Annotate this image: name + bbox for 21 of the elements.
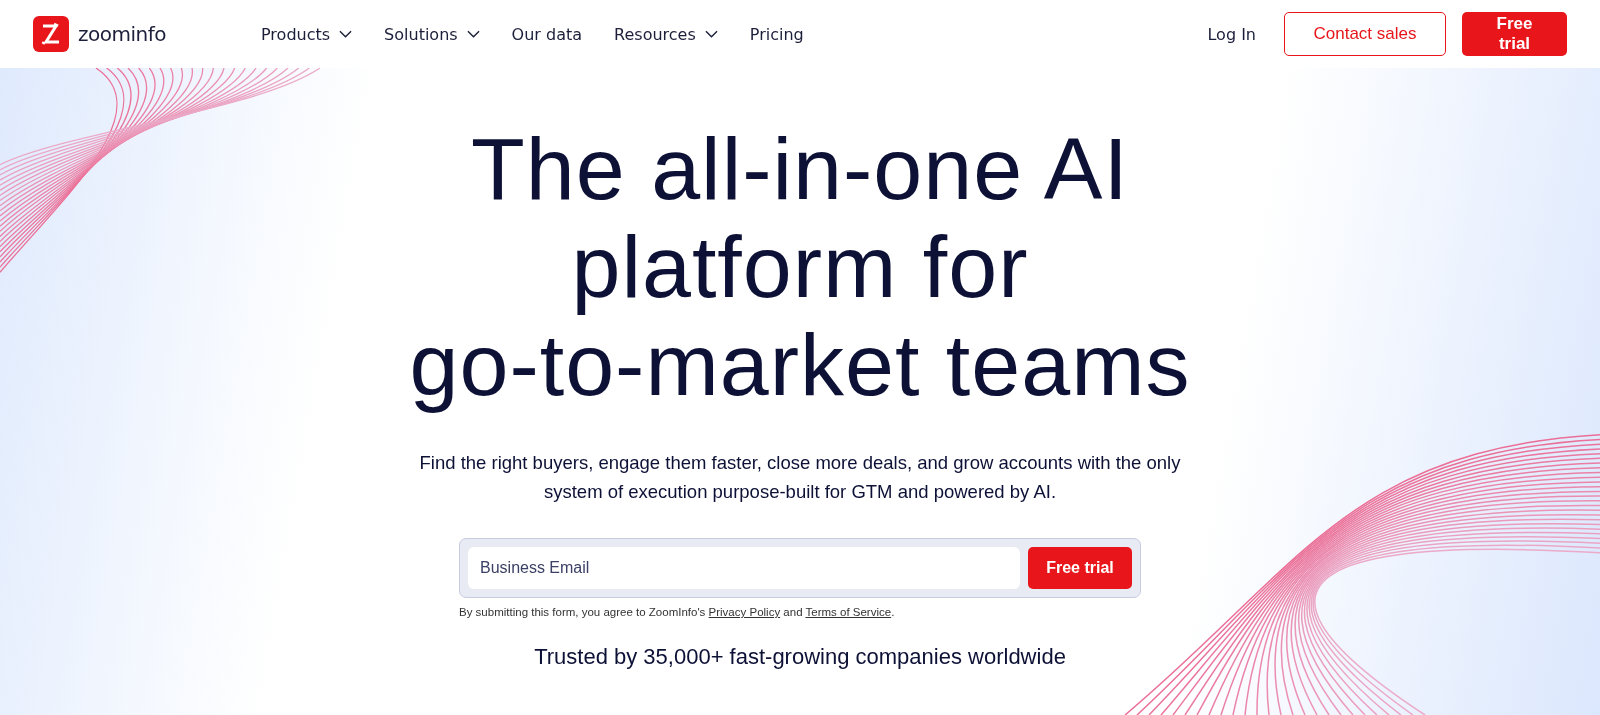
nav-link[interactable]: Our data xyxy=(511,24,583,44)
free-trial-button[interactable]: Free trial xyxy=(1028,547,1132,589)
consent-text: By submitting this form, you agree to ZoomInfo's Privacy Policy and Terms of Service. xyxy=(459,606,896,618)
policy-link[interactable]: Terms of Service xyxy=(805,606,892,618)
logo-wordmark[interactable]: zoominfo xyxy=(78,22,166,46)
login-link[interactable]: Log In xyxy=(1207,24,1256,44)
hero-subtitle: Find the right buyers, engage them faster, close more deals, and grow accounts with the only system of execution purpose-built for GTM and powered by AI. xyxy=(418,451,1182,504)
nav-link[interactable]: Products xyxy=(261,24,353,44)
trusted-text: Trusted by 35,000+ fast-growing companies worldwide xyxy=(534,644,1066,670)
chevron-down-icon xyxy=(704,30,718,38)
policy-link[interactable]: Privacy Policy xyxy=(708,606,781,618)
free-trial-button[interactable]: Free trial xyxy=(1462,12,1567,56)
chevron-down-icon xyxy=(339,30,353,38)
nav-link[interactable]: Solutions xyxy=(384,24,480,44)
email-field[interactable]: Business Email xyxy=(468,547,1020,589)
logo-icon[interactable] xyxy=(33,16,69,52)
nav-link[interactable]: Resources xyxy=(614,24,718,44)
hero-headline: The all-in-one AI platform for go-to-market teams xyxy=(409,120,1191,414)
contact-sales-button[interactable]: Contact sales xyxy=(1284,12,1446,56)
nav-link[interactable]: Pricing xyxy=(749,24,804,44)
chevron-down-icon xyxy=(466,30,480,38)
